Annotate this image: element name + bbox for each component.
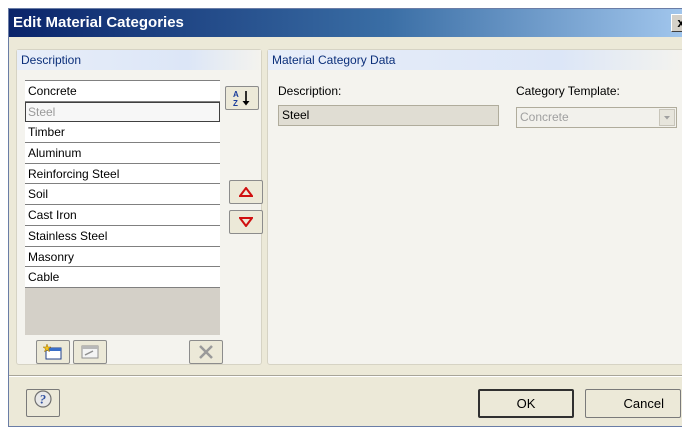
material-category-data-header: Material Category Data	[268, 50, 682, 70]
new-category-button[interactable]	[36, 340, 70, 364]
dialog-window: Edit Material Categories x Description C…	[8, 8, 682, 427]
list-item[interactable]: Masonry	[25, 246, 220, 268]
list-item[interactable]: Cast Iron	[25, 205, 220, 226]
description-panel-header: Description	[17, 50, 261, 70]
description-panel: Description Concrete Steel Timber Aluminum R…	[16, 49, 263, 365]
svg-text:?: ?	[40, 391, 47, 406]
arrow-up-icon	[239, 187, 253, 197]
list-item[interactable]: Soil	[25, 184, 220, 206]
edit-category-button[interactable]	[73, 340, 107, 364]
dialog-title: Edit Material Categories	[13, 14, 184, 31]
ok-button[interactable]: OK	[478, 389, 574, 418]
edit-category-icon	[80, 344, 100, 360]
list-item[interactable]: Cable	[25, 267, 220, 288]
category-template-label: Category Template:	[516, 84, 620, 98]
close-button[interactable]: x	[671, 14, 682, 32]
list-item[interactable]: Stainless Steel	[25, 225, 220, 247]
list-item[interactable]: Concrete	[25, 81, 220, 102]
list-item[interactable]: Reinforcing Steel	[25, 163, 220, 185]
sort-button[interactable]: A Z	[225, 86, 259, 110]
category-template-select[interactable]: Concrete	[516, 107, 677, 128]
list-item[interactable]: Steel	[25, 101, 220, 123]
list-item[interactable]: Timber	[25, 122, 220, 144]
svg-text:A: A	[233, 90, 239, 99]
delete-button[interactable]	[189, 340, 223, 364]
cancel-button[interactable]: Cancel	[585, 389, 681, 418]
delete-icon	[198, 344, 214, 360]
help-icon: ?	[33, 389, 53, 418]
list-item[interactable]: Aluminum	[25, 143, 220, 164]
new-category-icon	[43, 344, 63, 360]
chevron-down-icon	[659, 109, 675, 126]
help-button[interactable]: ?	[26, 389, 60, 417]
description-label: Description:	[278, 84, 342, 98]
category-template-value: Concrete	[520, 110, 569, 124]
description-field[interactable]: Steel	[278, 105, 499, 126]
footer-divider	[9, 375, 682, 377]
move-up-button[interactable]	[229, 180, 263, 204]
svg-text:Z: Z	[233, 99, 238, 107]
move-down-button[interactable]	[229, 210, 263, 234]
title-bar: Edit Material Categories x	[9, 9, 682, 37]
arrow-down-icon	[239, 217, 253, 227]
category-list[interactable]: Concrete Steel Timber Aluminum Reinforcing S…	[25, 80, 220, 335]
sort-az-icon: A Z	[232, 89, 252, 107]
material-category-data-panel: Material Category Data Description: Stee…	[267, 49, 682, 365]
